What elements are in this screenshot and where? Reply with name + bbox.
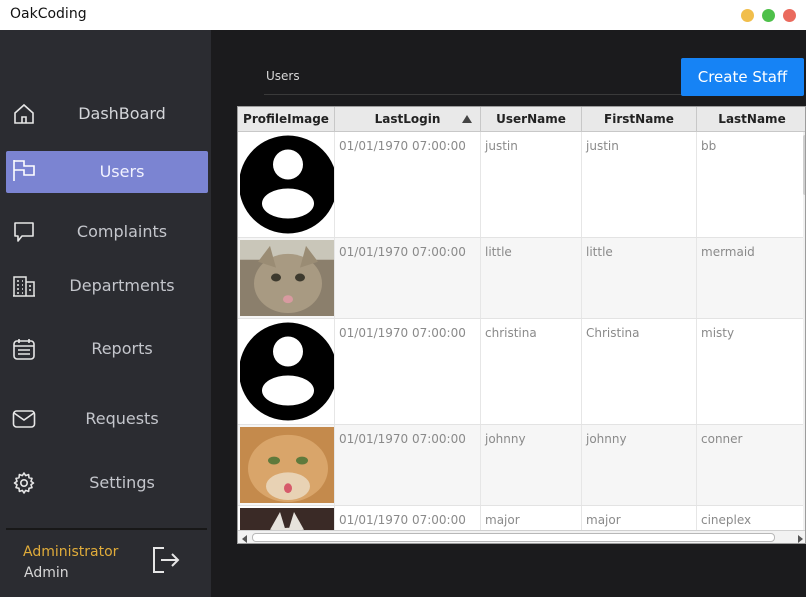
- profile-image-cell: [238, 238, 335, 318]
- sidebar-item-label: Requests: [85, 409, 159, 428]
- column-header-label: LastLogin: [374, 112, 441, 126]
- cat-photo-image: [240, 240, 334, 316]
- firstname-cell: little: [582, 238, 697, 318]
- sidebar-item-label: Complaints: [76, 222, 168, 241]
- lastname-cell: misty: [697, 319, 805, 424]
- firstname-cell: Christina: [582, 319, 697, 424]
- table-row[interactable]: 01/01/1970 07:00:00 johnny johnny conner: [238, 425, 805, 506]
- minimize-button[interactable]: [741, 9, 754, 22]
- lastname-cell: mermaid: [697, 238, 805, 318]
- username-cell: johnny: [481, 425, 582, 505]
- sidebar-item-label: Settings: [89, 473, 155, 492]
- cat-photo-image: [240, 508, 334, 530]
- sidebar-item-dashboard[interactable]: DashBoard: [6, 93, 208, 135]
- sidebar-item-label: Reports: [91, 339, 153, 358]
- table-row[interactable]: 01/01/1970 07:00:00 justin justin bb: [238, 132, 805, 238]
- username-cell: little: [481, 238, 582, 318]
- building-icon: [13, 276, 35, 297]
- username-cell: justin: [481, 132, 582, 237]
- sidebar: DashBoard Users Complaints Departments R…: [0, 30, 211, 597]
- cat-photo-image: [240, 427, 334, 503]
- last-login-cell: 01/01/1970 07:00:00: [335, 425, 481, 505]
- scroll-right-icon[interactable]: [798, 535, 803, 543]
- sidebar-item-reports[interactable]: Reports: [6, 328, 208, 370]
- sidebar-item-complaints[interactable]: Complaints: [6, 211, 208, 253]
- sidebar-item-departments[interactable]: Departments: [6, 265, 208, 307]
- username-cell: christina: [481, 319, 582, 424]
- sidebar-divider: [6, 528, 207, 530]
- create-staff-button[interactable]: Create Staff: [681, 58, 804, 96]
- horizontal-scroll-thumb[interactable]: [252, 533, 775, 542]
- sidebar-item-users[interactable]: Users: [6, 151, 208, 193]
- sidebar-item-label: Users: [99, 162, 145, 181]
- table-row[interactable]: 01/01/1970 07:00:00 little little mermai…: [238, 238, 805, 319]
- mail-icon: [12, 410, 36, 428]
- lastname-cell: cineplex: [697, 506, 805, 530]
- lastname-cell: bb: [697, 132, 805, 237]
- column-header-username[interactable]: UserName: [481, 107, 582, 131]
- profile-image-cell: [238, 506, 335, 530]
- username-cell: major: [481, 506, 582, 530]
- sidebar-item-label: Departments: [69, 276, 175, 295]
- last-login-cell: 01/01/1970 07:00:00: [335, 238, 481, 318]
- sidebar-item-label: DashBoard: [78, 104, 166, 123]
- page-title: Users: [266, 69, 300, 83]
- last-login-cell: 01/01/1970 07:00:00: [335, 132, 481, 237]
- home-icon: [14, 103, 34, 124]
- main-panel: Users Create Staff ProfileImage LastLogi…: [211, 30, 806, 597]
- last-login-cell: 01/01/1970 07:00:00: [335, 506, 481, 530]
- default-avatar-icon: [239, 135, 334, 234]
- user-name: Admin: [24, 565, 69, 581]
- table-body: 01/01/1970 07:00:00 justin justin bb 01/…: [238, 132, 805, 530]
- last-login-cell: 01/01/1970 07:00:00: [335, 319, 481, 424]
- profile-image-cell: [238, 319, 335, 424]
- maximize-button[interactable]: [762, 9, 775, 22]
- column-header-lastname[interactable]: LastName: [697, 107, 805, 131]
- gear-icon: [13, 472, 35, 494]
- user-role: Administrator: [23, 544, 119, 560]
- column-header-firstname[interactable]: FirstName: [582, 107, 697, 131]
- chat-bubble-icon: [14, 222, 34, 242]
- column-header-lastlogin[interactable]: LastLogin: [335, 107, 481, 131]
- horizontal-scrollbar[interactable]: [238, 530, 805, 543]
- flag-icon: [13, 160, 35, 181]
- column-header-profileimage[interactable]: ProfileImage: [238, 107, 335, 131]
- firstname-cell: major: [582, 506, 697, 530]
- table-row[interactable]: 01/01/1970 07:00:00 major major cineplex: [238, 506, 805, 530]
- sidebar-item-requests[interactable]: Requests: [6, 398, 208, 440]
- scroll-left-icon[interactable]: [242, 535, 247, 543]
- firstname-cell: justin: [582, 132, 697, 237]
- title-bar: OakCoding: [0, 0, 806, 30]
- close-button[interactable]: [783, 9, 796, 22]
- calendar-icon: [13, 339, 35, 360]
- logout-icon[interactable]: [150, 544, 182, 576]
- table-row[interactable]: 01/01/1970 07:00:00 christina Christina …: [238, 319, 805, 425]
- users-table: ProfileImage LastLogin UserName FirstNam…: [237, 106, 806, 544]
- sort-ascending-icon: [462, 115, 472, 123]
- sidebar-item-settings[interactable]: Settings: [6, 462, 208, 504]
- firstname-cell: johnny: [582, 425, 697, 505]
- page-title-divider: [264, 94, 681, 95]
- default-avatar-icon: [239, 322, 334, 421]
- profile-image-cell: [238, 132, 335, 237]
- lastname-cell: conner: [697, 425, 805, 505]
- table-header: ProfileImage LastLogin UserName FirstNam…: [238, 107, 805, 132]
- profile-image-cell: [238, 425, 335, 505]
- app-title: OakCoding: [10, 6, 87, 22]
